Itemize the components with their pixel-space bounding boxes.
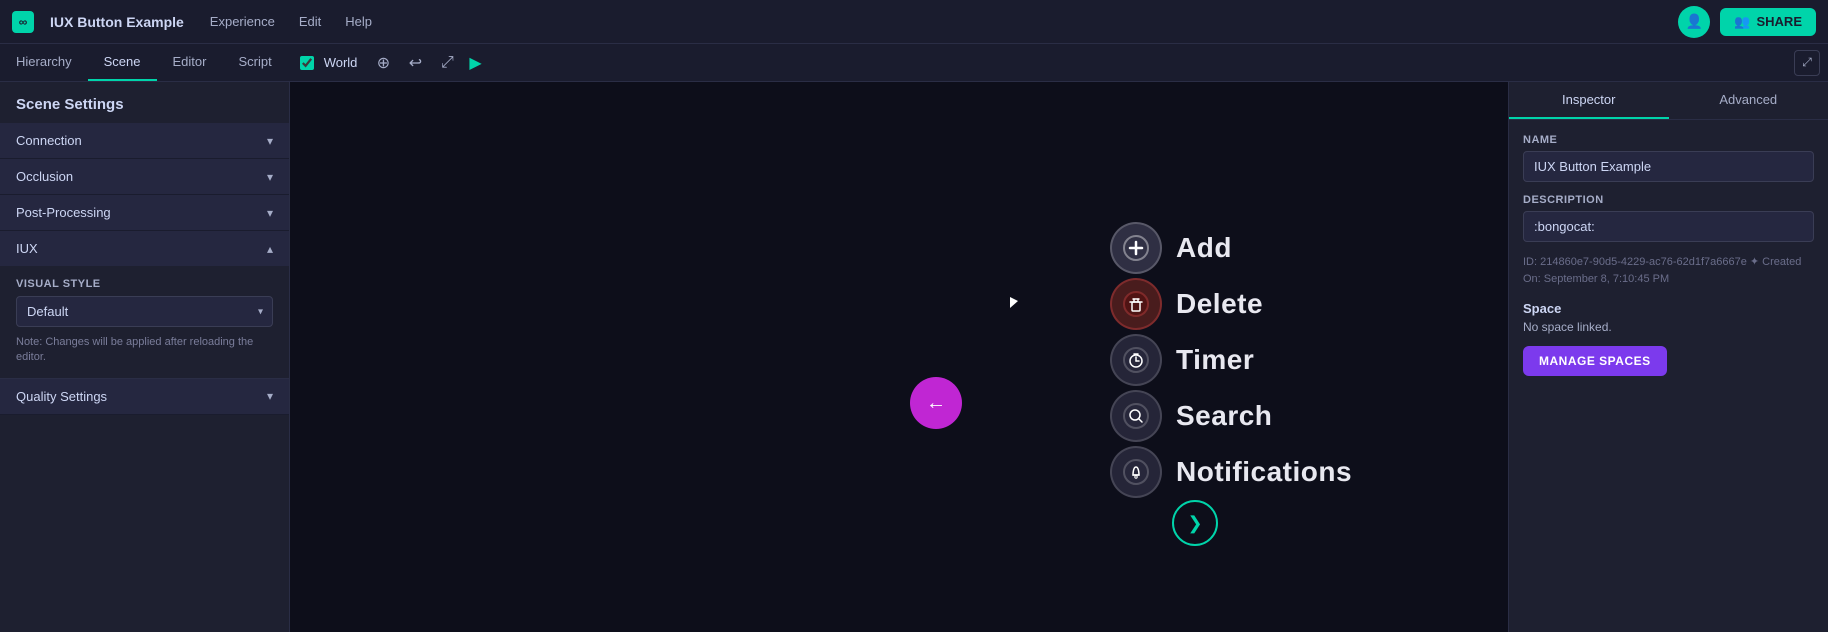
add-circle	[1110, 222, 1162, 274]
right-panel: Inspector Advanced Name Description ID: …	[1508, 82, 1828, 632]
tab-advanced[interactable]: Advanced	[1669, 82, 1828, 119]
add-label: Add	[1176, 232, 1232, 264]
tab-hierarchy[interactable]: Hierarchy	[0, 44, 88, 81]
secondbar: Hierarchy Scene Editor Script World ⊕ ↩ …	[0, 44, 1828, 82]
search-label: Search	[1176, 400, 1272, 432]
play-button[interactable]: ▶	[469, 53, 481, 73]
connection-chevron: ▾	[267, 134, 273, 148]
topbar: ∞ IUX Button Example Experience Edit Hel…	[0, 0, 1828, 44]
meta-info: ID: 214860e7-90d5-4229-ac76-62d1f7a6667e…	[1523, 254, 1814, 287]
post-processing-label: Post-Processing	[16, 205, 111, 220]
logo-icon: ∞	[12, 11, 34, 33]
notifications-label: Notifications	[1176, 456, 1352, 488]
no-space-text: No space linked.	[1523, 320, 1814, 334]
main-layout: Scene Settings Connection ▾ Occlusion ▾ …	[0, 82, 1828, 632]
quality-settings-chevron: ▾	[267, 389, 273, 403]
menu-item-timer[interactable]: Timer	[1110, 334, 1352, 386]
occlusion-chevron: ▾	[267, 170, 273, 184]
logo[interactable]: ∞	[12, 11, 34, 33]
description-field-label: Description	[1523, 194, 1814, 206]
tab-group: Hierarchy Scene Editor Script	[0, 44, 288, 81]
iux-content: Visual Style Default Flat Material ▾ Not…	[0, 266, 289, 378]
nav-menu: Experience Edit Help	[200, 10, 382, 33]
visual-style-label: Visual Style	[16, 278, 273, 290]
iux-section: IUX ▴ Visual Style Default Flat Material…	[0, 231, 289, 379]
search-circle	[1110, 390, 1162, 442]
tab-scene[interactable]: Scene	[88, 44, 157, 81]
occlusion-label: Occlusion	[16, 169, 73, 184]
move-icon[interactable]: ⊕	[369, 49, 397, 77]
app-title: IUX Button Example	[50, 14, 184, 30]
quality-settings-section-header[interactable]: Quality Settings ▾	[0, 379, 289, 415]
left-panel: Scene Settings Connection ▾ Occlusion ▾ …	[0, 82, 290, 632]
canvas-menu: Add Delete	[1110, 222, 1352, 498]
menu-item-add[interactable]: Add	[1110, 222, 1352, 274]
world-label: World	[324, 55, 358, 70]
next-icon: ❯	[1187, 513, 1202, 534]
description-field-input[interactable]	[1523, 211, 1814, 242]
undo-icon[interactable]: ↩	[401, 49, 429, 77]
world-area: World	[288, 55, 370, 70]
name-field-input[interactable]	[1523, 151, 1814, 182]
secondbar-right: ⤢	[1794, 50, 1828, 76]
post-processing-chevron: ▾	[267, 206, 273, 220]
quality-settings-label: Quality Settings	[16, 389, 107, 404]
occlusion-section-header[interactable]: Occlusion ▾	[0, 159, 289, 195]
world-checkbox[interactable]	[300, 56, 314, 70]
right-tab-group: Inspector Advanced	[1509, 82, 1828, 120]
iux-label: IUX	[16, 241, 38, 256]
canvas-area[interactable]: ← Add	[290, 82, 1508, 632]
notifications-circle	[1110, 446, 1162, 498]
manage-spaces-button[interactable]: MANAGE SPACES	[1523, 346, 1667, 376]
name-field-label: Name	[1523, 134, 1814, 146]
toolbar-icons: ⊕ ↩ ⤢	[369, 49, 461, 77]
nav-help[interactable]: Help	[335, 10, 382, 33]
cursor	[1010, 297, 1022, 309]
post-processing-section-header[interactable]: Post-Processing ▾	[0, 195, 289, 231]
expand-icon[interactable]: ⤢	[433, 49, 461, 77]
visual-style-wrapper: Default Flat Material ▾	[16, 296, 273, 327]
delete-label: Delete	[1176, 288, 1263, 320]
share-icon: 👥	[1734, 14, 1750, 30]
tab-editor[interactable]: Editor	[157, 44, 223, 81]
maximize-button[interactable]: ⤢	[1794, 50, 1820, 76]
share-button[interactable]: 👥 SHARE	[1720, 8, 1816, 36]
inspector-content: Name Description ID: 214860e7-90d5-4229-…	[1509, 120, 1828, 632]
tab-inspector[interactable]: Inspector	[1509, 82, 1669, 119]
iux-note: Note: Changes will be applied after relo…	[16, 335, 273, 366]
nav-edit[interactable]: Edit	[289, 10, 331, 33]
back-button[interactable]: ←	[910, 377, 962, 429]
topbar-right: 👤 👥 SHARE	[1678, 6, 1816, 38]
next-button[interactable]: ❯	[1172, 500, 1218, 546]
menu-item-search[interactable]: Search	[1110, 390, 1352, 442]
connection-label: Connection	[16, 133, 82, 148]
share-label: SHARE	[1756, 14, 1802, 29]
space-label: Space	[1523, 301, 1814, 316]
iux-chevron: ▴	[267, 242, 273, 256]
iux-section-header[interactable]: IUX ▴	[0, 231, 289, 266]
panel-title: Scene Settings	[0, 82, 289, 123]
back-icon: ←	[926, 392, 946, 415]
nav-experience[interactable]: Experience	[200, 10, 285, 33]
timer-circle	[1110, 334, 1162, 386]
menu-item-notifications[interactable]: Notifications	[1110, 446, 1352, 498]
avatar[interactable]: 👤	[1678, 6, 1710, 38]
menu-item-delete[interactable]: Delete	[1110, 278, 1352, 330]
connection-section-header[interactable]: Connection ▾	[0, 123, 289, 159]
timer-label: Timer	[1176, 344, 1254, 376]
delete-circle	[1110, 278, 1162, 330]
visual-style-select[interactable]: Default Flat Material	[16, 296, 273, 327]
tab-script[interactable]: Script	[222, 44, 287, 81]
